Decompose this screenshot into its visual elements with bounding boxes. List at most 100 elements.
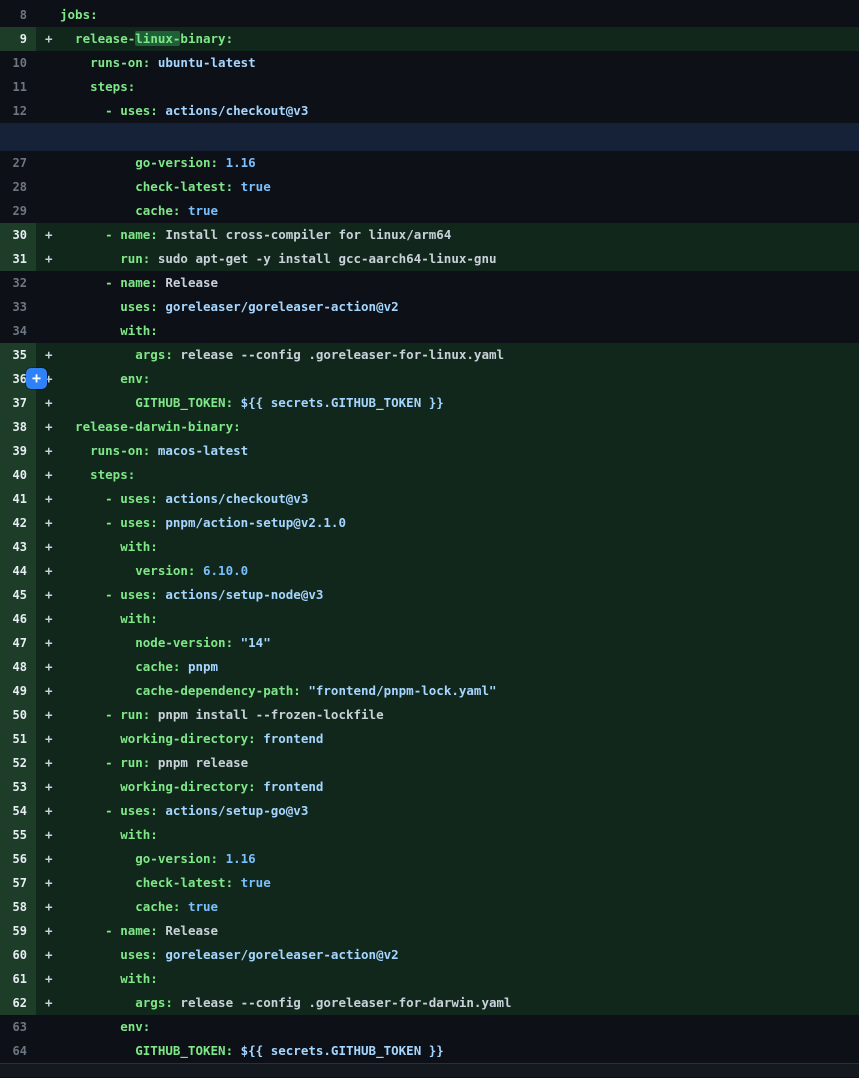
line-number[interactable]: 49: [0, 679, 36, 703]
line-marker: [36, 295, 60, 319]
code-text: cache-dependency-path: "frontend/pnpm-lo…: [60, 679, 859, 703]
line-number[interactable]: 56: [0, 847, 36, 871]
line-number[interactable]: 43: [0, 535, 36, 559]
line-number[interactable]: 53: [0, 775, 36, 799]
added-line-marker: +: [36, 559, 60, 583]
line-number[interactable]: 63: [0, 1015, 36, 1039]
code-line: + go-version: 1.16: [36, 847, 859, 871]
line-marker: [36, 151, 60, 175]
diff-line-33: 33 uses: goreleaser/goreleaser-action@v2: [0, 295, 859, 319]
line-number[interactable]: 30: [0, 223, 36, 247]
added-line-marker: +: [36, 727, 60, 751]
code-line: + with:: [36, 607, 859, 631]
line-number[interactable]: 54: [0, 799, 36, 823]
code-text: with:: [60, 607, 859, 631]
diff-line-35: 35+ args: release --config .goreleaser-f…: [0, 343, 859, 367]
code-text: GITHUB_TOKEN: ${{ secrets.GITHUB_TOKEN }…: [60, 391, 859, 415]
code-text: working-directory: frontend: [60, 727, 859, 751]
diff-file-view: 8jobs:9+ release-linux-binary:10 runs-on…: [0, 0, 859, 1063]
diff-line-64: 64 GITHUB_TOKEN: ${{ secrets.GITHUB_TOKE…: [0, 1039, 859, 1063]
line-number[interactable]: 34: [0, 319, 36, 343]
code-text: env:: [60, 1015, 859, 1039]
line-number[interactable]: 12: [0, 99, 36, 123]
line-number[interactable]: 39: [0, 439, 36, 463]
added-line-marker: +: [36, 871, 60, 895]
code-text: check-latest: true: [60, 175, 859, 199]
line-number[interactable]: 41: [0, 487, 36, 511]
line-number[interactable]: 51: [0, 727, 36, 751]
code-text: check-latest: true: [60, 871, 859, 895]
added-line-marker: +: [36, 775, 60, 799]
code-text: run: sudo apt-get -y install gcc-aarch64…: [60, 247, 859, 271]
code-text: jobs:: [60, 3, 859, 27]
code-line: + uses: goreleaser/goreleaser-action@v2: [36, 943, 859, 967]
line-number[interactable]: 33: [0, 295, 36, 319]
code-text: with:: [60, 535, 859, 559]
line-number[interactable]: 47: [0, 631, 36, 655]
code-text: uses: goreleaser/goreleaser-action@v2: [60, 295, 859, 319]
diff-line-49: 49+ cache-dependency-path: "frontend/pnp…: [0, 679, 859, 703]
code-line: GITHUB_TOKEN: ${{ secrets.GITHUB_TOKEN }…: [36, 1039, 859, 1063]
line-number[interactable]: 38: [0, 415, 36, 439]
code-text: - uses: actions/checkout@v3: [60, 487, 859, 511]
line-number[interactable]: 8: [0, 3, 36, 27]
diff-line-36: 36++ env:: [0, 367, 859, 391]
line-marker: [36, 319, 60, 343]
line-number[interactable]: 28: [0, 175, 36, 199]
code-line: + env:: [36, 367, 859, 391]
code-line: + release-darwin-binary:: [36, 415, 859, 439]
line-number[interactable]: 42: [0, 511, 36, 535]
code-line: steps:: [36, 75, 859, 99]
line-number[interactable]: 50: [0, 703, 36, 727]
line-number[interactable]: 44: [0, 559, 36, 583]
code-text: uses: goreleaser/goreleaser-action@v2: [60, 943, 859, 967]
line-number[interactable]: 11: [0, 75, 36, 99]
line-number[interactable]: 64: [0, 1039, 36, 1063]
code-line: + run: sudo apt-get -y install gcc-aarch…: [36, 247, 859, 271]
line-number[interactable]: 59: [0, 919, 36, 943]
line-number[interactable]: 46: [0, 607, 36, 631]
code-text: with:: [60, 823, 859, 847]
line-number[interactable]: 27: [0, 151, 36, 175]
line-number[interactable]: 29: [0, 199, 36, 223]
line-number[interactable]: 61: [0, 967, 36, 991]
code-text: args: release --config .goreleaser-for-d…: [60, 991, 859, 1015]
diff-line-27: 27 go-version: 1.16: [0, 151, 859, 175]
line-number[interactable]: 37: [0, 391, 36, 415]
line-number[interactable]: 57: [0, 871, 36, 895]
line-marker: [36, 1039, 60, 1063]
line-number[interactable]: 58: [0, 895, 36, 919]
code-text: steps:: [60, 75, 859, 99]
expand-hunk-row[interactable]: [0, 123, 859, 151]
added-line-marker: +: [36, 583, 60, 607]
add-comment-button[interactable]: +: [26, 368, 47, 389]
diff-line-43: 43+ with:: [0, 535, 859, 559]
diff-line-8: 8 jobs:: [0, 3, 859, 27]
line-number[interactable]: 48: [0, 655, 36, 679]
line-number[interactable]: 9: [0, 27, 36, 51]
line-marker: [36, 51, 60, 75]
line-number[interactable]: 10: [0, 51, 36, 75]
diff-footer-divider: [0, 1063, 859, 1077]
line-number[interactable]: 45: [0, 583, 36, 607]
diff-line-57: 57+ check-latest: true: [0, 871, 859, 895]
code-line: + check-latest: true: [36, 871, 859, 895]
code-text: - uses: actions/checkout@v3: [60, 99, 859, 123]
line-number[interactable]: 55: [0, 823, 36, 847]
diff-line-10: 10 runs-on: ubuntu-latest: [0, 51, 859, 75]
line-number[interactable]: 31: [0, 247, 36, 271]
line-number[interactable]: 32: [0, 271, 36, 295]
code-text: release-darwin-binary:: [60, 415, 859, 439]
line-number[interactable]: 40: [0, 463, 36, 487]
code-text: env:: [60, 367, 859, 391]
added-line-marker: +: [36, 631, 60, 655]
line-number[interactable]: 60: [0, 943, 36, 967]
code-line: + - uses: actions/setup-go@v3: [36, 799, 859, 823]
code-text: runs-on: macos-latest: [60, 439, 859, 463]
diff-line-41: 41+ - uses: actions/checkout@v3: [0, 487, 859, 511]
line-number[interactable]: 52: [0, 751, 36, 775]
line-number[interactable]: 62: [0, 991, 36, 1015]
code-text: - run: pnpm release: [60, 751, 859, 775]
line-number[interactable]: 35: [0, 343, 36, 367]
diff-line-38: 38+ release-darwin-binary:: [0, 415, 859, 439]
